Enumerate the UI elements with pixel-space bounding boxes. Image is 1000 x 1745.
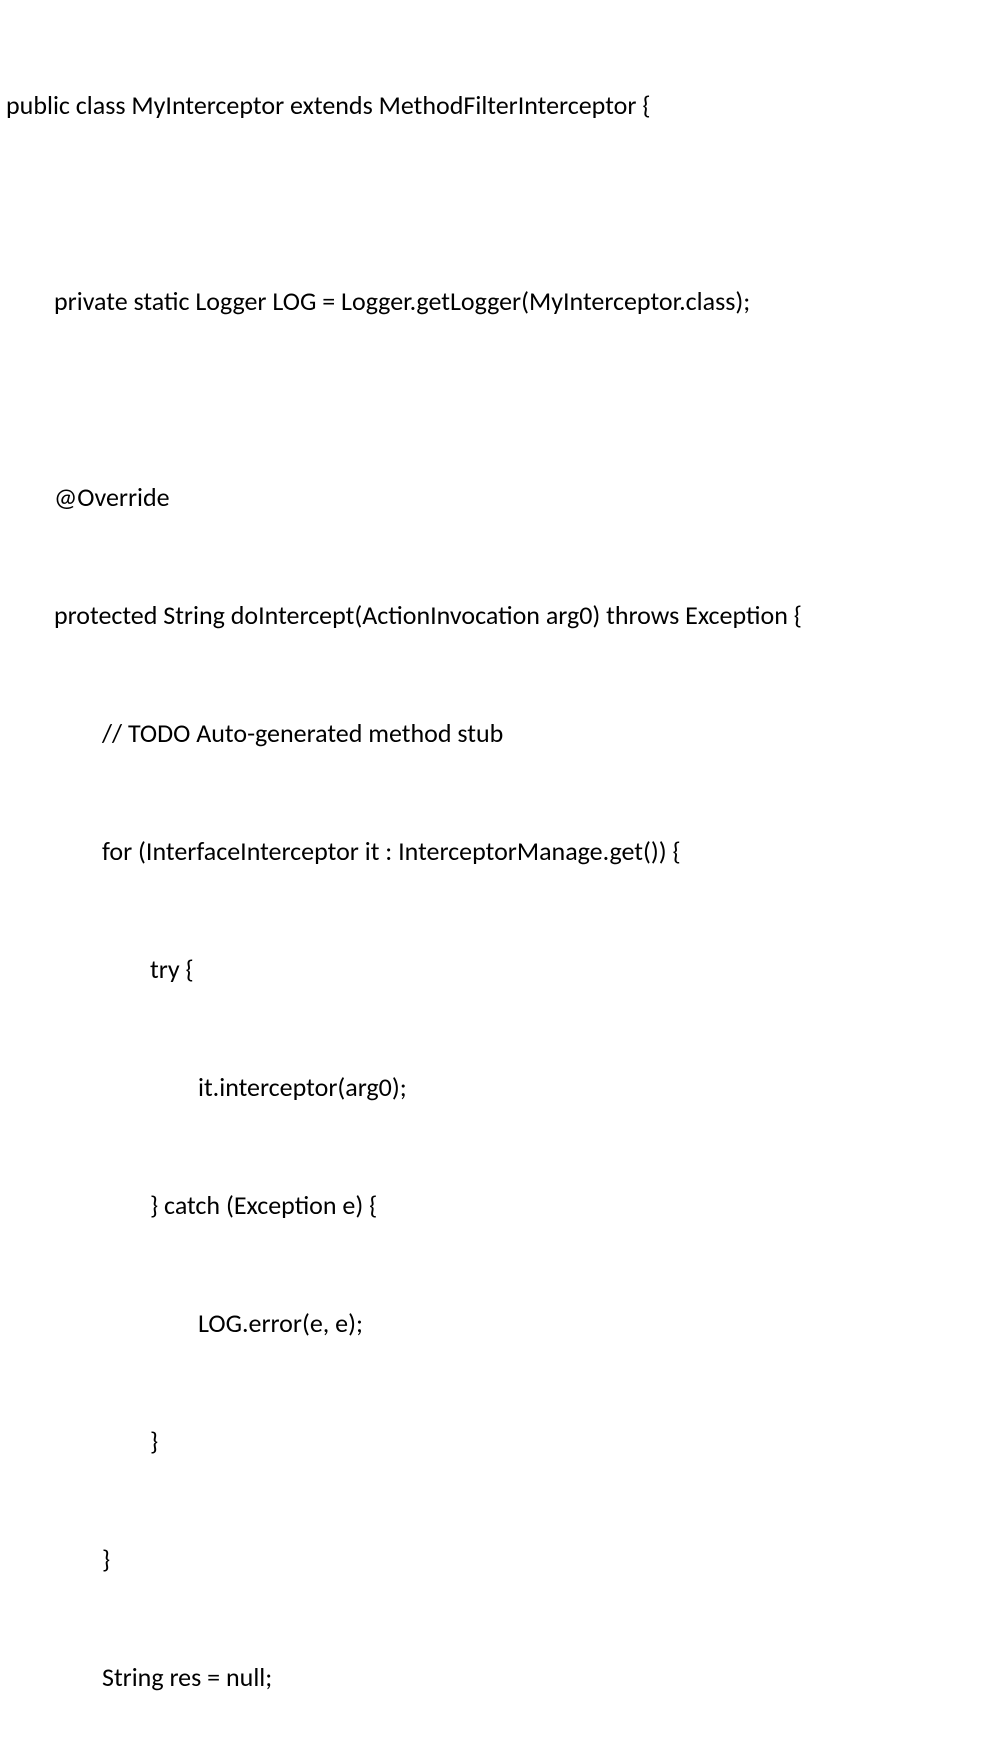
code-block: public class MyInterceptor extends Metho… — [0, 8, 1000, 1737]
code-line: String res = null; — [0, 1658, 1000, 1698]
code-line: LOG.error(e, e); — [0, 1304, 1000, 1344]
code-line: for (InterfaceInterceptor it : Intercept… — [0, 832, 1000, 872]
code-line: } — [0, 1540, 1000, 1580]
code-line: } — [0, 1422, 1000, 1462]
code-line: // TODO Auto-generated method stub — [0, 714, 1000, 754]
code-line: protected String doIntercept(ActionInvoc… — [0, 596, 1000, 636]
code-line: } catch (Exception e) { — [0, 1186, 1000, 1226]
code-line: private static Logger LOG = Logger.getLo… — [0, 282, 1000, 322]
code-line: it.interceptor(arg0); — [0, 1068, 1000, 1108]
code-line: public class MyInterceptor extends Metho… — [0, 86, 1000, 126]
code-line: try { — [0, 950, 1000, 990]
code-line: @Override — [0, 478, 1000, 518]
